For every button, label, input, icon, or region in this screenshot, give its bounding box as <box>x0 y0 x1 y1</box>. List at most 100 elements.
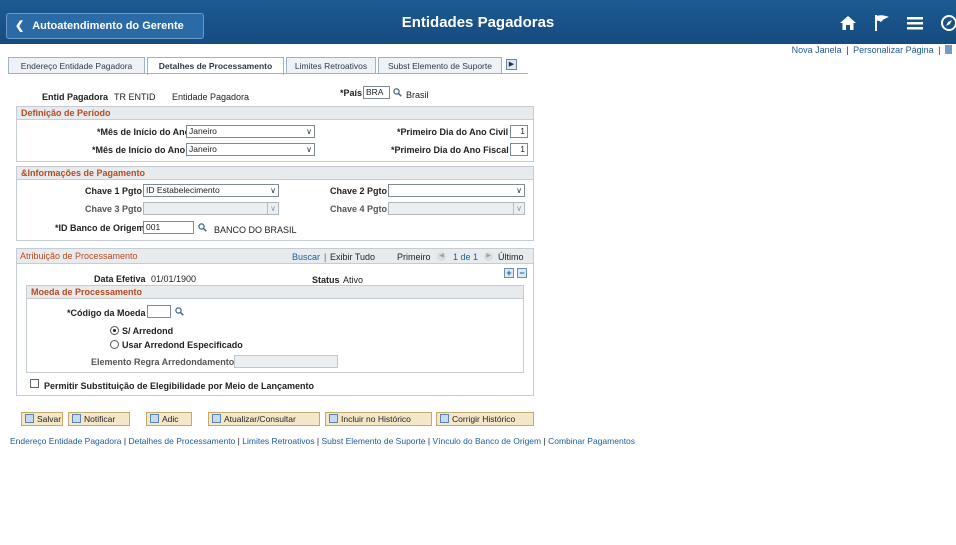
link-separator: | <box>324 252 327 262</box>
footer-link-endereco[interactable]: Endereço Entidade Pagadora <box>10 436 122 446</box>
next-icon[interactable]: ▶ <box>484 252 493 261</box>
tab-endereco[interactable]: Endereço Entidade Pagadora <box>8 57 145 74</box>
chevron-down-icon: ∨ <box>513 203 522 214</box>
lookup-icon[interactable] <box>175 307 184 316</box>
adic-button[interactable]: Adic <box>146 412 192 426</box>
link-separator: | <box>543 436 546 446</box>
navbar-icon[interactable] <box>940 14 956 32</box>
lookup-icon[interactable] <box>198 223 207 232</box>
atribuicao-title: Atribuição de Processamento <box>20 251 138 261</box>
chevron-down-icon: ∨ <box>516 186 522 195</box>
salvar-button[interactable]: Salvar <box>21 412 63 426</box>
codigo-moeda-label: *Código da Moeda <box>67 308 146 318</box>
usar-arredond-radio[interactable] <box>110 340 119 349</box>
entid-label: Entid Pagadora <box>42 92 109 102</box>
save-icon <box>25 414 34 423</box>
primeiro-label: Primeiro <box>397 252 431 262</box>
buscar-link[interactable]: Buscar <box>292 252 320 262</box>
dia-fiscal-input[interactable]: 1 <box>510 143 528 156</box>
add-row-icon[interactable]: + <box>504 268 514 278</box>
footer-link-combinar[interactable]: Combinar Pagamentos <box>548 436 635 446</box>
status-value: Ativo <box>343 275 364 285</box>
previous-icon[interactable]: ◀ <box>437 252 446 261</box>
chave2-label: Chave 2 Pgto <box>330 186 388 196</box>
sem-arredond-label: S/ Arredond <box>122 326 174 336</box>
chave1-value: ID Estabelecimento <box>146 185 220 195</box>
chave3-select: ∨ <box>143 202 279 215</box>
chave1-label: Chave 1 Pgto <box>85 186 143 196</box>
chave4-label: Chave 4 Pgto <box>330 204 388 214</box>
footer-link-vinculo[interactable]: Vínculo do Banco de Origem <box>432 436 541 446</box>
banco-description: BANCO DO BRASIL <box>214 225 297 235</box>
menu-icon[interactable] <box>906 14 924 32</box>
chevron-down-icon: ∨ <box>270 186 276 195</box>
page-options-icon[interactable] <box>945 45 952 54</box>
notificar-button[interactable]: Notificar <box>68 412 130 426</box>
adic-label: Adic <box>162 414 179 424</box>
atualizar-label: Atualizar/Consultar <box>224 414 296 424</box>
footer-link-subst[interactable]: Subst Elemento de Suporte <box>322 436 426 446</box>
mes-fiscal-select[interactable]: Janeiro ∨ <box>186 143 315 156</box>
moeda-title: Moeda de Processamento <box>27 286 523 299</box>
dia-civil-label: *Primeiro Dia do Ano Civil <box>397 127 509 137</box>
link-separator: | <box>237 436 240 446</box>
update-icon <box>212 414 221 423</box>
exibir-tudo-link[interactable]: Exibir Tudo <box>330 252 375 262</box>
back-button[interactable]: ❮ Autoatendimento do Gerente <box>6 13 204 39</box>
chave1-select[interactable]: ID Estabelecimento ∨ <box>143 184 279 197</box>
footer-link-detalhes[interactable]: Detalhes de Processamento <box>129 436 236 446</box>
page-title: Entidades Pagadoras <box>401 14 555 31</box>
codigo-moeda-input[interactable] <box>147 305 171 318</box>
incluir-label: Incluir no Histórico <box>341 414 411 424</box>
tab-divider <box>8 73 528 74</box>
pais-input[interactable]: BRA <box>363 86 390 99</box>
pais-description: Brasil <box>406 90 429 100</box>
chevron-left-icon: ❮ <box>15 20 25 32</box>
pais-label: *País <box>340 88 363 98</box>
chave2-select[interactable]: ∨ <box>388 184 525 197</box>
banco-input[interactable]: 001 <box>143 221 194 234</box>
chevron-down-icon: ∨ <box>267 203 276 214</box>
personalize-page-link[interactable]: Personalizar Página <box>853 45 934 55</box>
top-links: Nova Janela | Personalizar Página | <box>792 45 952 55</box>
salvar-label: Salvar <box>37 414 62 424</box>
data-efetiva-label: Data Efetiva <box>94 274 146 284</box>
home-icon[interactable] <box>839 14 857 32</box>
dia-fiscal-label: *Primeiro Dia do Ano Fiscal <box>391 145 509 155</box>
correct-history-icon <box>440 414 449 423</box>
link-separator: | <box>123 436 127 446</box>
flag-icon[interactable] <box>873 14 891 32</box>
dia-civil-input[interactable]: 1 <box>510 125 528 138</box>
notificar-label: Notificar <box>84 414 116 424</box>
new-window-link[interactable]: Nova Janela <box>792 45 842 55</box>
footer-link-limites[interactable]: Limites Retroativos <box>242 436 314 446</box>
mes-fiscal-value: Janeiro <box>189 144 217 154</box>
notify-icon <box>72 414 81 423</box>
next-tab-arrow-icon[interactable]: ▶ <box>506 59 517 70</box>
permitir-checkbox[interactable] <box>30 379 39 388</box>
footer-links: Endereço Entidade Pagadora | Detalhes de… <box>10 436 635 446</box>
pagamento-title: &Informações de Pagamento <box>17 167 533 180</box>
corrigir-button[interactable]: Corrigir Histórico <box>436 412 534 426</box>
sem-arredond-radio[interactable] <box>110 326 119 335</box>
regra-label: Elemento Regra Arredondamento <box>91 357 235 367</box>
tab-subst[interactable]: Subst Elemento de Suporte <box>378 57 502 74</box>
link-separator: | <box>938 45 941 55</box>
mes-civil-select[interactable]: Janeiro ∨ <box>186 125 315 138</box>
tab-label: Limites Retroativos <box>294 61 368 71</box>
tab-limites[interactable]: Limites Retroativos <box>286 57 376 74</box>
permitir-label: Permitir Substituição de Elegibilidade p… <box>44 381 315 391</box>
link-separator: | <box>316 436 320 446</box>
entid-description: Entidade Pagadora <box>172 92 250 102</box>
atualizar-button[interactable]: Atualizar/Consultar <box>208 412 320 426</box>
status-label: Status <box>312 275 340 285</box>
incluir-button[interactable]: Incluir no Histórico <box>325 412 432 426</box>
data-efetiva-value: 01/01/1900 <box>151 274 197 284</box>
usar-arredond-label: Usar Arredond Especificado <box>122 340 243 350</box>
link-separator: | <box>427 436 431 446</box>
corrigir-label: Corrigir Histórico <box>452 414 516 424</box>
mes-civil-value: Janeiro <box>189 126 217 136</box>
lookup-icon[interactable] <box>393 88 402 97</box>
entid-value: TR ENTID <box>114 92 156 102</box>
delete-row-icon[interactable]: − <box>517 268 527 278</box>
